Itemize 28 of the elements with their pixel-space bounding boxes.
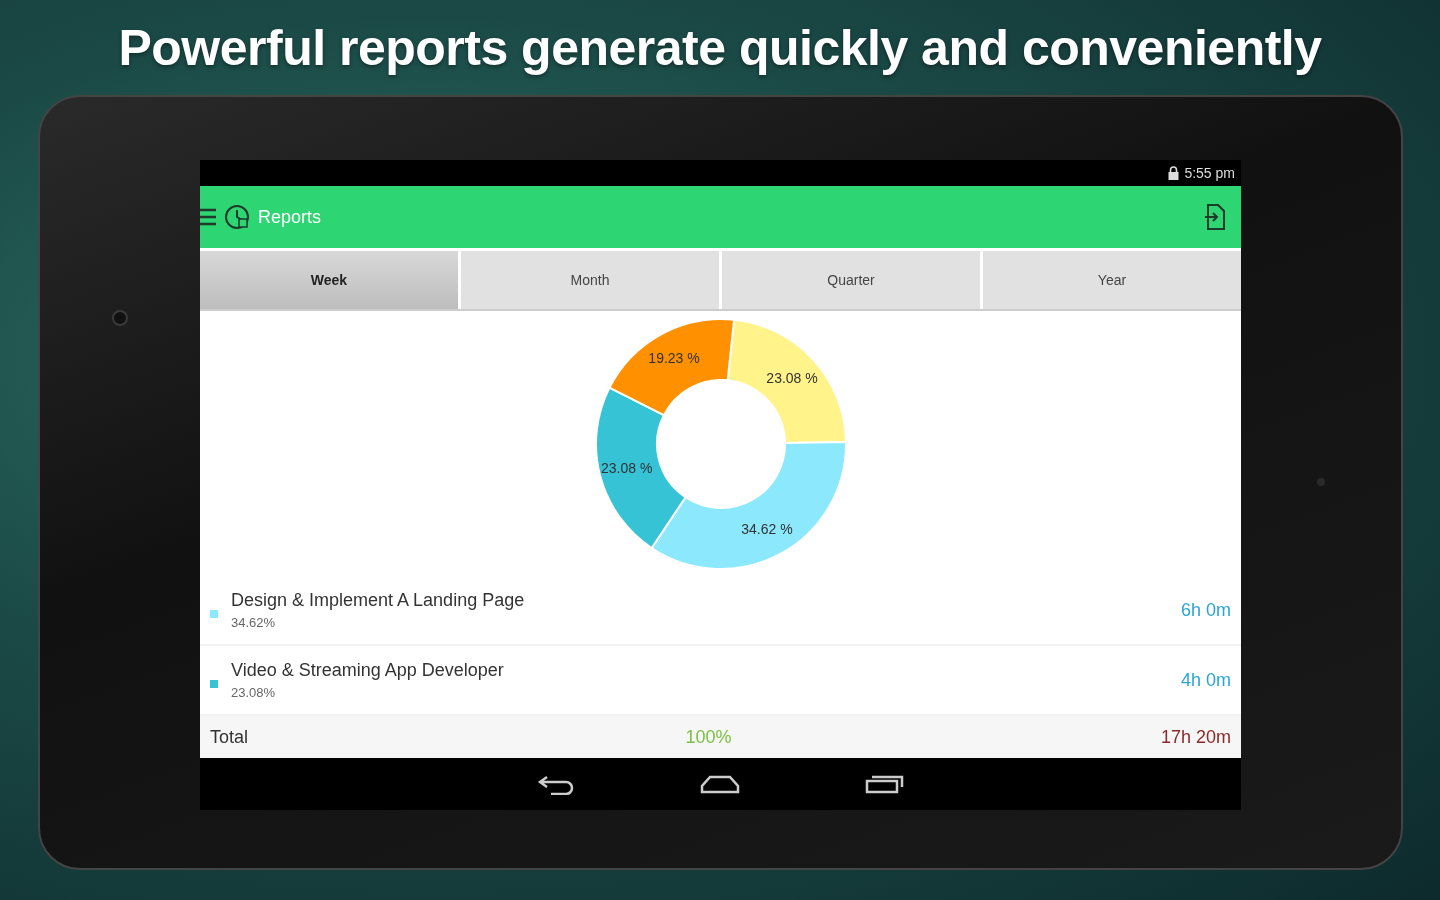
total-percent: 100% bbox=[685, 726, 733, 748]
slice-label: 19.23 % bbox=[648, 350, 700, 367]
clock-icon bbox=[224, 204, 250, 230]
status-time: 5:55 pm bbox=[1184, 165, 1235, 181]
tab[interactable]: Year bbox=[983, 251, 1241, 309]
app-title: Reports bbox=[258, 206, 323, 228]
recent-apps-icon[interactable] bbox=[864, 774, 905, 794]
total-label: Total bbox=[210, 726, 250, 748]
project-name: Video & Streaming App Developer bbox=[231, 660, 505, 681]
total-duration: 17h 20m bbox=[1160, 726, 1231, 748]
slice-label: 23.08 % bbox=[601, 460, 653, 477]
home-icon[interactable] bbox=[699, 774, 740, 794]
slice-label: 34.62 % bbox=[741, 520, 793, 537]
back-icon[interactable] bbox=[536, 773, 575, 795]
tab[interactable]: Month bbox=[461, 251, 719, 309]
slice-label: 23.08 % bbox=[766, 370, 818, 386]
lock-icon bbox=[1168, 166, 1180, 180]
project-percent: 34.62% bbox=[231, 615, 277, 630]
project-percent: 23.08% bbox=[231, 685, 277, 700]
tab[interactable]: Week bbox=[200, 251, 458, 309]
menu-icon[interactable] bbox=[200, 207, 216, 227]
camera-icon bbox=[112, 310, 128, 326]
headline: Powerful reports generate quickly and conveniently bbox=[118, 18, 1322, 77]
project-duration: 4h 0m bbox=[1180, 669, 1231, 691]
export-icon[interactable] bbox=[1203, 203, 1227, 231]
tab[interactable]: Quarter bbox=[722, 251, 980, 309]
project-duration: 6h 0m bbox=[1180, 599, 1231, 621]
project-name: Design & Implement A Landing Page bbox=[231, 590, 526, 611]
